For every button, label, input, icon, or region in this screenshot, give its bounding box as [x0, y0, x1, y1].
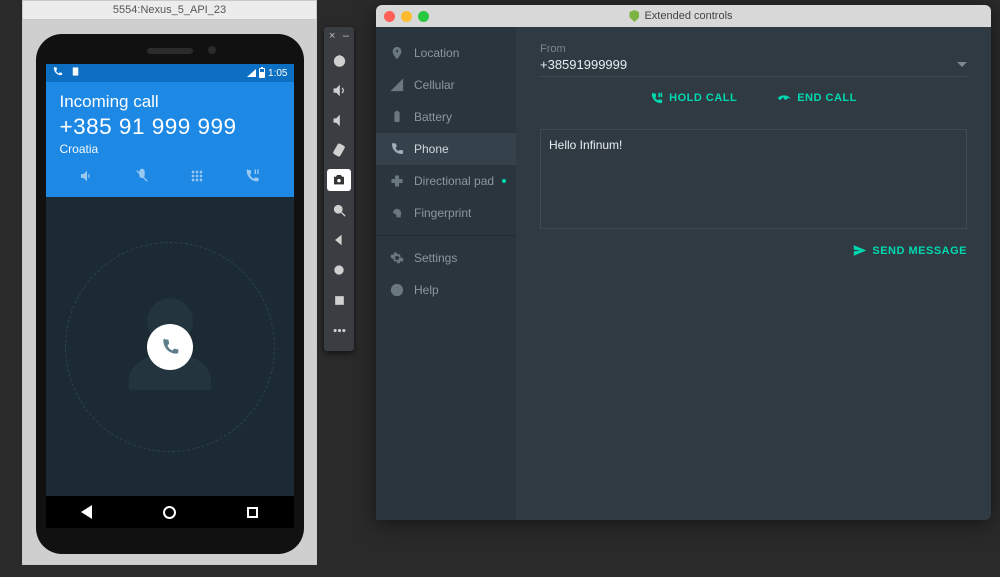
sidebar-item-label: Battery	[414, 110, 452, 124]
traffic-lights	[384, 11, 429, 22]
incoming-call-panel: Incoming call +385 91 999 999 Croatia	[46, 82, 294, 197]
send-message-button[interactable]: SEND MESSAGE	[853, 244, 967, 257]
signal-icon	[247, 69, 256, 77]
window-close-button[interactable]	[384, 11, 395, 22]
device-camera	[208, 46, 216, 54]
extended-title: Extended controls	[429, 10, 933, 22]
sidebar-item-dpad[interactable]: Directional pad	[376, 165, 516, 197]
zoom-button[interactable]	[324, 195, 354, 225]
sidebar-item-label: Help	[414, 283, 439, 297]
emulator-body: 1:05 Incoming call +385 91 999 999 Croat…	[22, 20, 317, 565]
fingerprint-icon	[390, 206, 404, 220]
location-pin-icon	[390, 46, 404, 60]
from-value[interactable]: +38591999999	[540, 57, 957, 72]
more-button[interactable]	[324, 315, 354, 345]
toolbar-minimize-icon[interactable]: –	[343, 30, 349, 42]
incoming-call-stage[interactable]	[46, 197, 294, 496]
device-screen[interactable]: 1:05 Incoming call +385 91 999 999 Croat…	[46, 64, 294, 528]
hold-call-button[interactable]: HOLD CALL	[650, 91, 737, 105]
extended-title-label: Extended controls	[644, 10, 732, 22]
rotate-button[interactable]	[324, 135, 354, 165]
incoming-call-country: Croatia	[60, 142, 280, 156]
send-message-label: SEND MESSAGE	[872, 245, 967, 257]
nav-home-button[interactable]	[163, 506, 176, 519]
emulator-title: 5554:Nexus_5_API_23	[113, 4, 226, 16]
emulator-title-bar[interactable]: 5554:Nexus_5_API_23	[22, 0, 317, 20]
extended-body: Location Cellular Battery Phone Directio…	[376, 27, 991, 520]
chevron-down-icon[interactable]	[957, 62, 967, 67]
from-label: From	[540, 43, 967, 55]
cellular-icon	[390, 78, 404, 92]
recent-button[interactable]	[324, 285, 354, 315]
incoming-call-actions	[60, 168, 280, 189]
hold-call-label: HOLD CALL	[669, 92, 737, 104]
device-frame: 1:05 Incoming call +385 91 999 999 Croat…	[36, 34, 304, 554]
volume-up-button[interactable]	[324, 75, 354, 105]
emulator-window: 5554:Nexus_5_API_23 1:05	[22, 0, 317, 565]
sidebar-item-battery[interactable]: Battery	[376, 101, 516, 133]
help-icon: ?	[390, 283, 404, 297]
end-call-label: END CALL	[797, 92, 857, 104]
sidebar-item-help[interactable]: ? Help	[376, 274, 516, 306]
nav-back-button[interactable]	[81, 505, 92, 519]
toolbar-head: × –	[324, 27, 354, 45]
active-indicator-dot	[502, 179, 506, 183]
hold-icon[interactable]	[244, 168, 260, 189]
volume-down-button[interactable]	[324, 105, 354, 135]
incoming-call-number: +385 91 999 999	[60, 114, 280, 140]
nav-recent-button[interactable]	[247, 507, 258, 518]
sidebar-item-label: Fingerprint	[414, 206, 471, 220]
sidebar-item-phone[interactable]: Phone	[376, 133, 516, 165]
sidebar-item-label: Cellular	[414, 78, 455, 92]
screenshot-button[interactable]	[327, 169, 351, 191]
emulator-toolbar: × –	[324, 27, 354, 351]
phone-panel: From +38591999999 HOLD CALL END CALL	[516, 27, 991, 520]
extended-titlebar[interactable]: Extended controls	[376, 5, 991, 27]
sidebar-item-settings[interactable]: Settings	[376, 242, 516, 274]
sidebar-item-label: Phone	[414, 142, 449, 156]
dpad-icon	[390, 174, 404, 188]
back-button[interactable]	[324, 225, 354, 255]
sidebar-item-cellular[interactable]: Cellular	[376, 69, 516, 101]
phone-notif-icon	[52, 66, 66, 80]
battery-icon	[259, 68, 265, 78]
from-field[interactable]: +38591999999	[540, 57, 967, 77]
android-nav-bar	[46, 496, 294, 528]
dialpad-icon[interactable]	[189, 168, 205, 189]
window-zoom-button[interactable]	[418, 11, 429, 22]
status-clock: 1:05	[268, 68, 287, 79]
phone-icon	[390, 142, 404, 156]
sms-message-input[interactable]	[540, 129, 967, 229]
sidebar-item-label: Directional pad	[414, 174, 494, 188]
shield-icon	[629, 10, 639, 22]
speaker-icon[interactable]	[79, 168, 95, 189]
mute-icon[interactable]	[134, 168, 150, 189]
battery-icon	[390, 110, 404, 124]
sidebar-item-location[interactable]: Location	[376, 37, 516, 69]
power-button[interactable]	[324, 45, 354, 75]
extended-sidebar: Location Cellular Battery Phone Directio…	[376, 27, 516, 520]
call-button-row: HOLD CALL END CALL	[540, 91, 967, 105]
sim-notif-icon	[70, 66, 84, 80]
status-bar: 1:05	[46, 64, 294, 82]
toolbar-close-icon[interactable]: ×	[329, 30, 335, 42]
window-minimize-button[interactable]	[401, 11, 412, 22]
end-call-button[interactable]: END CALL	[777, 91, 857, 105]
settings-icon	[390, 251, 404, 265]
sidebar-item-label: Location	[414, 46, 459, 60]
home-button[interactable]	[324, 255, 354, 285]
svg-text:?: ?	[395, 286, 400, 295]
incoming-call-title: Incoming call	[60, 92, 280, 112]
sidebar-divider	[376, 235, 516, 236]
sidebar-item-fingerprint[interactable]: Fingerprint	[376, 197, 516, 229]
sidebar-item-label: Settings	[414, 251, 457, 265]
answer-call-button[interactable]	[147, 324, 193, 370]
extended-controls-window: Extended controls Location Cellular Batt…	[376, 5, 991, 520]
device-speaker	[147, 48, 193, 54]
